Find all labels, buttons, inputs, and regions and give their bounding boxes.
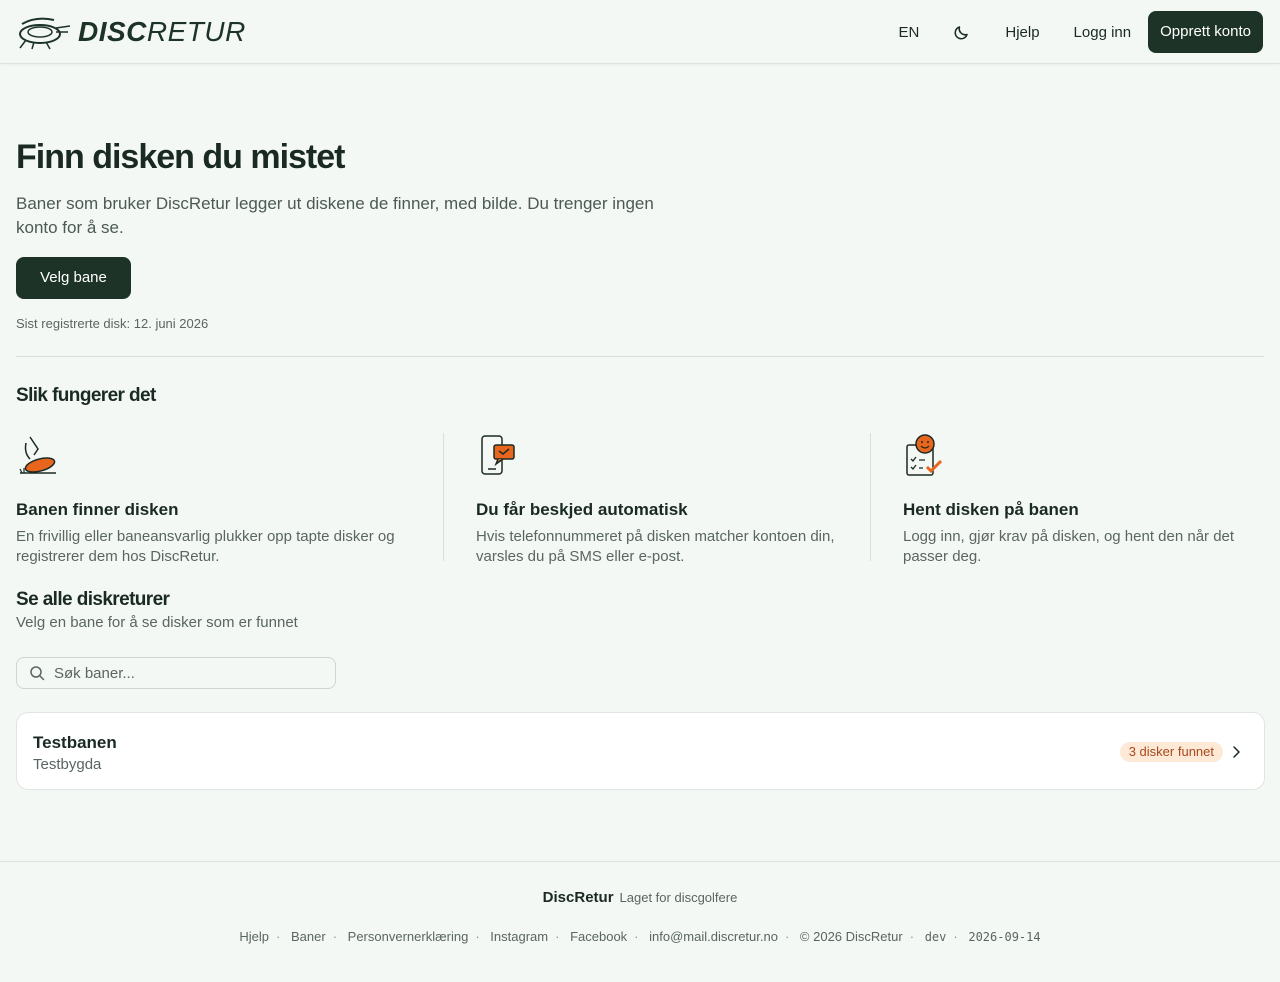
disc-pickup-icon — [19, 436, 56, 474]
how-it-works-title: Slik fungerer det — [16, 385, 156, 406]
footer-separator: · — [475, 929, 480, 944]
step-text: Logg inn, gjør krav på disken, og hent d… — [903, 528, 1235, 565]
phone-notification-icon — [481, 435, 515, 475]
login-link[interactable]: Logg inn — [1057, 24, 1149, 41]
step-item: Hent disken på banen Logg inn, gjør krav… — [870, 433, 1264, 565]
footer-brand: DiscRetur Laget for discgolfere — [0, 889, 1280, 906]
site-header: DISCRETUR EN Hjelp Logg inn Opprett kont… — [0, 0, 1280, 64]
footer-build-date: 2026-09-14 — [968, 930, 1041, 944]
checklist-smile-icon — [906, 434, 943, 476]
course-name: Testbanen — [33, 733, 117, 752]
all-returns-subtitle: Velg en bane for å se disker som er funn… — [16, 614, 298, 631]
step-title: Hent disken på banen — [903, 500, 1079, 519]
footer-copyright: © 2026 DiscRetur — [799, 929, 903, 944]
moon-icon[interactable] — [953, 23, 971, 41]
logo-text-bold: DISC — [78, 16, 147, 47]
footer-separator: · — [276, 929, 281, 944]
logo-text-light: RETUR — [146, 16, 246, 47]
language-toggle[interactable]: EN — [882, 24, 937, 41]
footer-brand-name: DiscRetur — [542, 889, 614, 906]
footer-link-email[interactable]: info@mail.discretur.no — [649, 929, 778, 944]
choose-course-button[interactable]: Velg bane — [16, 257, 131, 299]
footer-link-help[interactable]: Hjelp — [239, 929, 269, 944]
footer-separator: · — [555, 929, 560, 944]
top-nav: EN Hjelp Logg inn Opprett konto — [882, 11, 1263, 53]
footer-link-instagram[interactable]: Instagram — [490, 929, 548, 944]
footer-link-courses[interactable]: Baner — [291, 929, 326, 944]
footer-link-privacy[interactable]: Personvernerklæring — [348, 929, 469, 944]
footer-link-facebook[interactable]: Facebook — [570, 929, 627, 944]
step-text: Hvis telefonnummeret på disken matcher k… — [476, 528, 835, 565]
step-title: Du får beskjed automatisk — [476, 500, 688, 519]
footer-separator: · — [953, 929, 958, 944]
steps-list: Banen finner disken En frivillig eller b… — [16, 433, 1264, 565]
course-search[interactable] — [16, 657, 336, 689]
search-icon — [30, 666, 45, 681]
footer-links: Hjelp · Baner · Personvernerklæring · Insta… — [0, 929, 1280, 944]
logo[interactable]: DISCRETUR — [16, 12, 246, 52]
footer-env: dev — [924, 930, 947, 944]
last-registered-text: Sist registrerte disk: 12. juni 2026 — [16, 316, 209, 331]
site-footer: DiscRetur Laget for discgolfere Hjelp · Ba… — [0, 861, 1280, 982]
disc-logo-icon — [19, 17, 71, 50]
footer-tagline: Laget for discgolfere — [619, 890, 738, 905]
footer-separator: · — [909, 929, 915, 944]
course-location: Testbygda — [33, 756, 102, 773]
page-title: Finn disken du mistet — [16, 138, 345, 176]
course-card[interactable]: Testbanen Testbygda 3 disker funnet — [16, 712, 1265, 790]
hero-description: Baner som bruker DiscRetur legger ut dis… — [16, 194, 654, 237]
step-item: Banen finner disken En frivillig eller b… — [16, 433, 443, 565]
all-returns-title: Se alle diskreturer — [16, 589, 170, 610]
help-link[interactable]: Hjelp — [988, 24, 1056, 41]
found-count-badge: 3 disker funnet — [1119, 742, 1223, 762]
footer-separator: · — [634, 929, 639, 944]
step-text: En frivillig eller baneansvarlig plukker… — [16, 528, 395, 565]
divider — [16, 356, 1264, 357]
chevron-right-icon — [1233, 746, 1240, 758]
logo-text: DISCRETUR — [78, 16, 246, 48]
footer-separator: · — [784, 929, 790, 944]
step-item: Du får beskjed automatisk Hvis telefonnu… — [443, 433, 870, 565]
step-title: Banen finner disken — [16, 500, 179, 519]
footer-separator: · — [332, 929, 338, 944]
signup-button[interactable]: Opprett konto — [1148, 11, 1263, 53]
search-input[interactable] — [54, 664, 314, 682]
